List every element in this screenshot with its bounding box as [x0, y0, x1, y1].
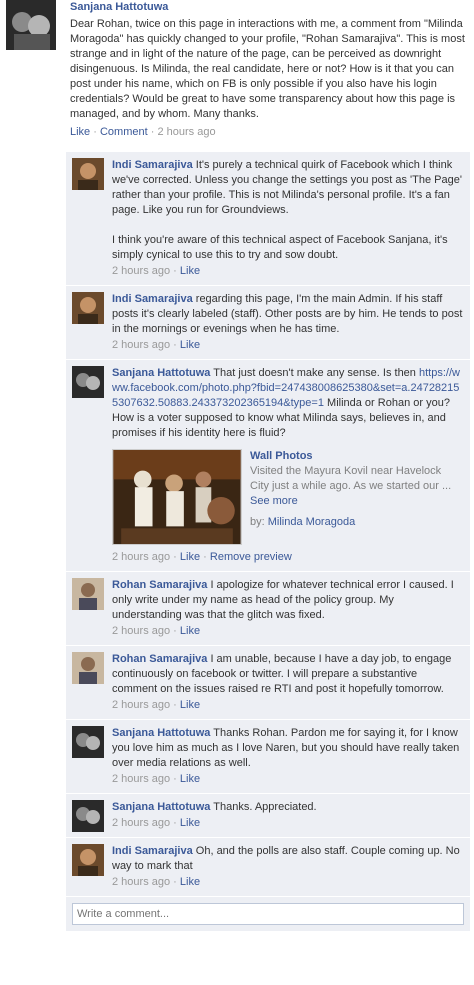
- sanjana-avatar[interactable]: [72, 726, 104, 758]
- comment-author[interactable]: Sanjana Hattotuwa: [112, 367, 210, 379]
- comment-item: Indi Samarajiva Oh, and the polls are al…: [66, 838, 470, 897]
- sanjana-avatar[interactable]: [72, 366, 104, 398]
- comment-text-block: Indi Samarajiva It's purely a technical …: [112, 158, 464, 218]
- comment-time: 2 hours ago: [112, 551, 171, 563]
- comment-like-link[interactable]: Like: [180, 817, 200, 829]
- comment-list: Indi Samarajiva It's purely a technical …: [66, 152, 470, 931]
- separator: ·: [173, 699, 177, 711]
- comment-item: Sanjana Hattotuwa Thanks Rohan. Pardon m…: [66, 720, 470, 794]
- remove-preview-link[interactable]: Remove preview: [210, 551, 292, 563]
- comment-item: Rohan Samarajiva I apologize for whateve…: [66, 572, 470, 646]
- comment-text-block: Sanjana Hattotuwa Thanks Rohan. Pardon m…: [112, 726, 464, 771]
- comment-text-block: Indi Samarajiva regarding this page, I'm…: [112, 292, 464, 337]
- comment-like-link[interactable]: Like: [180, 551, 200, 563]
- separator: ·: [203, 551, 207, 563]
- comment-text-paragraph: I think you're aware of this technical a…: [112, 234, 448, 261]
- comment-time: 2 hours ago: [112, 265, 171, 277]
- separator: ·: [173, 876, 177, 888]
- comment-meta: 2 hours ago · Like: [112, 698, 464, 713]
- comment-text-block: Rohan Samarajiva I apologize for whateve…: [112, 578, 464, 623]
- comment-item: Indi Samarajiva regarding this page, I'm…: [66, 286, 470, 360]
- rohan-avatar[interactable]: [72, 652, 104, 684]
- indi-avatar[interactable]: [72, 292, 104, 324]
- comment-text: That just doesn't make any sense. Is the…: [213, 367, 416, 379]
- comment-item: Rohan Samarajiva I am unable, because I …: [66, 646, 470, 720]
- comment-meta: 2 hours ago · Like: [112, 875, 464, 890]
- sanjana-avatar[interactable]: [6, 0, 56, 50]
- separator: ·: [173, 773, 177, 785]
- comment-text-block: Sanjana Hattotuwa Thanks. Appreciated.: [112, 800, 464, 815]
- comment-time: 2 hours ago: [112, 773, 171, 785]
- separator: ·: [173, 265, 177, 277]
- see-more-link[interactable]: See more: [250, 495, 298, 507]
- post-meta: Like · Comment · 2 hours ago: [70, 126, 468, 138]
- separator: ·: [173, 625, 177, 637]
- post-text: Dear Rohan, twice on this page in intera…: [70, 18, 465, 120]
- comment-item: Indi Samarajiva It's purely a technical …: [66, 152, 470, 286]
- comment-text-block: Indi Samarajiva Oh, and the polls are al…: [112, 844, 464, 874]
- preview-source: by: Milinda Moragoda: [250, 515, 460, 530]
- comment-time: 2 hours ago: [112, 699, 171, 711]
- post-author[interactable]: Sanjana Hattotuwa: [70, 1, 168, 13]
- comment-time: 2 hours ago: [112, 817, 171, 829]
- preview-info: Wall Photos Visited the Mayura Kovil nea…: [250, 449, 460, 530]
- post-like-link[interactable]: Like: [70, 126, 90, 138]
- preview-title[interactable]: Wall Photos: [250, 450, 313, 462]
- separator: ·: [173, 551, 177, 563]
- comment-like-link[interactable]: Like: [180, 773, 200, 785]
- comment-text: Thanks. Appreciated.: [213, 801, 317, 813]
- comment-like-link[interactable]: Like: [180, 265, 200, 277]
- separator: ·: [150, 126, 155, 138]
- indi-avatar[interactable]: [72, 158, 104, 190]
- comment-author[interactable]: Indi Samarajiva: [112, 845, 193, 857]
- preview-thumbnail[interactable]: [112, 449, 242, 545]
- comment-author[interactable]: Rohan Samarajiva: [112, 653, 207, 665]
- link-preview: Wall Photos Visited the Mayura Kovil nea…: [112, 449, 464, 549]
- sanjana-avatar[interactable]: [72, 800, 104, 832]
- comment-composer: [66, 897, 470, 931]
- preview-by-name[interactable]: Milinda Moragoda: [268, 516, 355, 528]
- comment-meta: 2 hours ago · Like: [112, 816, 464, 831]
- post-time: 2 hours ago: [157, 126, 216, 138]
- separator: ·: [173, 339, 177, 351]
- comment-item: Sanjana Hattotuwa Thanks. Appreciated. 2…: [66, 794, 470, 838]
- comment-text-block: Sanjana Hattotuwa That just doesn't make…: [112, 366, 464, 441]
- comment-time: 2 hours ago: [112, 625, 171, 637]
- separator: ·: [173, 817, 177, 829]
- main-post: Sanjana Hattotuwa Dear Rohan, twice on t…: [0, 0, 474, 153]
- post-comment-link[interactable]: Comment: [100, 126, 148, 138]
- comment-text-block: Rohan Samarajiva I am unable, because I …: [112, 652, 464, 697]
- comment-author[interactable]: Rohan Samarajiva: [112, 579, 207, 591]
- comment-author[interactable]: Indi Samarajiva: [112, 159, 193, 171]
- separator: ·: [93, 126, 97, 138]
- comment-author[interactable]: Sanjana Hattotuwa: [112, 801, 210, 813]
- comment-like-link[interactable]: Like: [180, 699, 200, 711]
- comment-meta: 2 hours ago · Like: [112, 624, 464, 639]
- comment-like-link[interactable]: Like: [180, 625, 200, 637]
- comment-meta: 2 hours ago · Like: [112, 264, 464, 279]
- indi-avatar[interactable]: [72, 844, 104, 876]
- comment-author[interactable]: Sanjana Hattotuwa: [112, 727, 210, 739]
- comment-meta: 2 hours ago · Like · Remove preview: [112, 550, 464, 565]
- comment-item: Sanjana Hattotuwa That just doesn't make…: [66, 360, 470, 572]
- rohan-avatar[interactable]: [72, 578, 104, 610]
- comment-meta: 2 hours ago · Like: [112, 772, 464, 787]
- comment-meta: 2 hours ago · Like: [112, 338, 464, 353]
- preview-description: Visited the Mayura Kovil near Havelock C…: [250, 465, 452, 492]
- comment-time: 2 hours ago: [112, 876, 171, 888]
- comment-like-link[interactable]: Like: [180, 339, 200, 351]
- comment-time: 2 hours ago: [112, 339, 171, 351]
- comment-author[interactable]: Indi Samarajiva: [112, 293, 193, 305]
- write-comment-input[interactable]: [72, 903, 464, 925]
- preview-by-label: by:: [250, 516, 265, 528]
- comment-like-link[interactable]: Like: [180, 876, 200, 888]
